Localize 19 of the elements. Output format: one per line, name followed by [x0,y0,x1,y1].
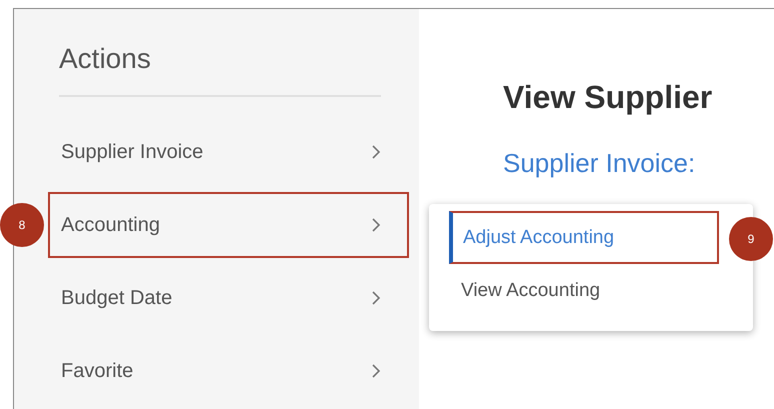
item-label: View Accounting [461,280,600,302]
item-label: Adjust Accounting [463,226,614,248]
invoice-link[interactable]: Supplier Invoice: [503,148,774,179]
chevron-right-icon [371,145,381,159]
chevron-right-icon [371,291,381,305]
item-label: Budget Date [61,286,172,310]
item-label: Supplier Invoice [61,140,204,164]
action-item[interactable]: Budget Date [48,265,409,331]
chevron-right-icon [371,364,381,378]
chevron-right-icon [371,218,381,232]
step-badge: 9 [729,217,773,261]
action-item[interactable]: Favorite [48,338,409,404]
action-item[interactable]: Supplier Invoice [48,119,409,185]
step-badge: 8 [0,203,44,247]
item-label: Accounting [61,214,160,236]
panel-title: Actions [59,42,152,76]
submenu-item[interactable]: View Accounting [449,264,719,317]
item-label: Favorite [61,360,134,382]
page-title: View Supplier [503,79,714,116]
